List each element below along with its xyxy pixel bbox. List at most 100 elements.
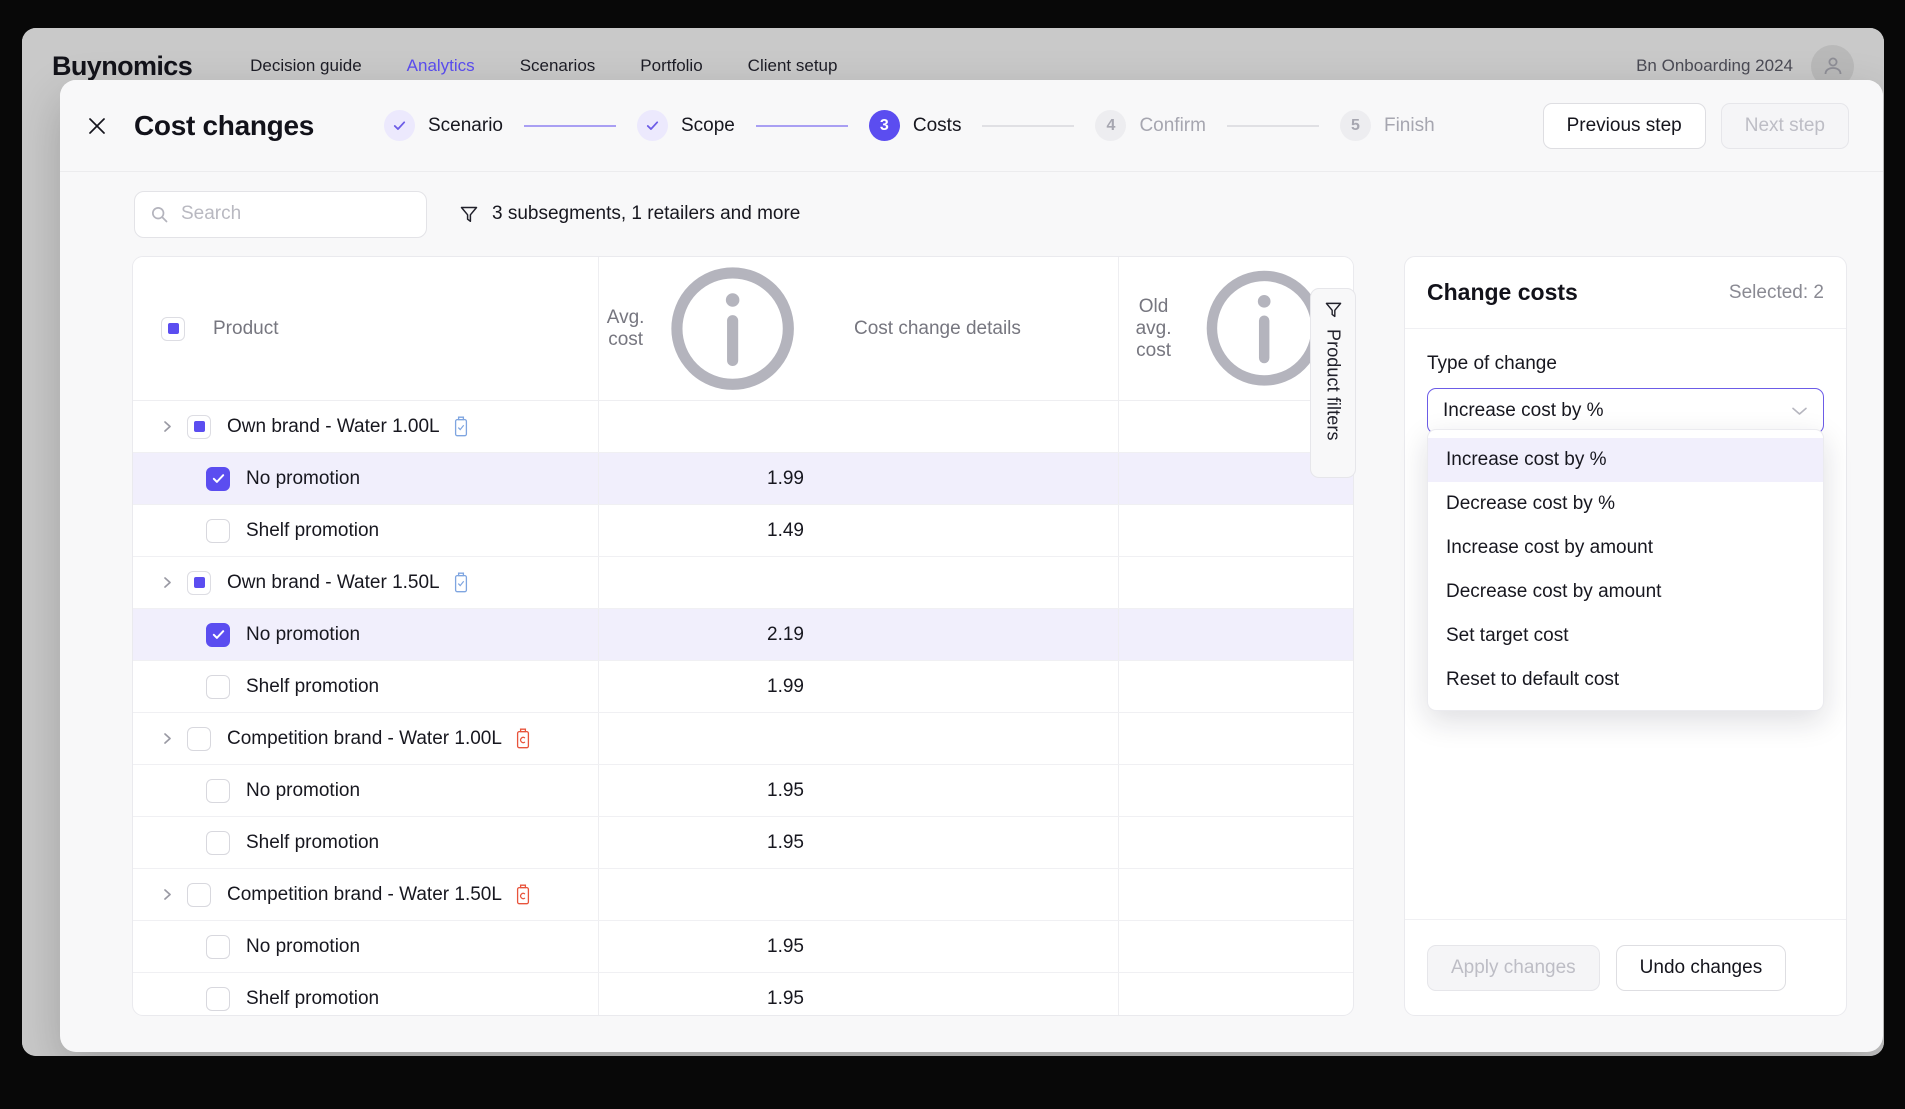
filter-summary[interactable]: 3 subsegments, 1 retailers and more (460, 203, 800, 225)
table-row[interactable]: No promotion 1.99 (133, 452, 1353, 506)
nav-link-decision-guide[interactable]: Decision guide (250, 56, 362, 76)
check-icon (393, 121, 406, 130)
products-table-card: Product Avg. cost Cost change details Ol… (132, 256, 1354, 1016)
avg-cost-cell: 1.95 (597, 816, 828, 870)
row-checkbox[interactable] (206, 674, 230, 699)
row-checkbox[interactable] (187, 570, 211, 595)
product-cell: Own brand - Water 1.00L (133, 400, 598, 454)
table-row[interactable]: Shelf promotion 1.49 (133, 504, 1353, 558)
expand-row-chevron[interactable] (161, 732, 187, 745)
panel-content: Type of change Increase cost by % Increa… (1405, 329, 1846, 919)
nav-link-client-setup[interactable]: Client setup (748, 56, 838, 76)
undo-changes-button[interactable]: Undo changes (1615, 944, 1787, 991)
products-table: Product Avg. cost Cost change details Ol… (133, 257, 1353, 1015)
row-checkbox[interactable] (187, 726, 211, 751)
old-avg-cost-cell (1117, 660, 1353, 714)
column-avg-cost: Avg. cost (597, 257, 828, 402)
product-cell: Competition brand - Water 1.00L (133, 712, 598, 766)
table-row[interactable]: Own brand - Water 1.50L (133, 556, 1353, 610)
column-avg-cost-label: Avg. cost (606, 306, 645, 350)
nav-link-analytics[interactable]: Analytics (407, 56, 475, 76)
search-icon (151, 206, 168, 222)
row-checkbox[interactable] (206, 830, 230, 855)
table-row[interactable]: No promotion 1.95 (133, 920, 1353, 974)
previous-step-button[interactable]: Previous step (1542, 102, 1706, 149)
dropdown-option-reset-to-default-cost[interactable]: Reset to default cost (1428, 658, 1823, 702)
old-avg-cost-cell (1117, 608, 1353, 662)
avg-cost-cell: 1.99 (597, 660, 828, 714)
select-all-checkbox[interactable] (161, 316, 185, 341)
modal-header-actions: Previous step Next step (1542, 102, 1849, 149)
step-costs-label: Costs (912, 114, 962, 136)
table-row[interactable]: Shelf promotion 1.99 (133, 660, 1353, 714)
product-cell: Shelf promotion (133, 504, 598, 558)
dropdown-option-decrease-cost-by-amount[interactable]: Decrease cost by amount (1428, 570, 1823, 614)
product-name: Shelf promotion (246, 519, 380, 541)
app-logo[interactable]: Buynomics (52, 51, 193, 82)
product-cell: No promotion (133, 764, 598, 818)
nav-link-portfolio[interactable]: Portfolio (640, 56, 702, 76)
step-scenario[interactable]: Scenario (384, 110, 503, 141)
cost-change-details-cell (828, 608, 1118, 662)
dropdown-option-increase-cost-by-percent[interactable]: Increase cost by % (1428, 438, 1823, 482)
table-row[interactable]: No promotion 1.95 (133, 764, 1353, 818)
step-scenario-label: Scenario (428, 114, 503, 136)
avg-cost-cell: 1.95 (597, 920, 828, 974)
expand-row-chevron[interactable] (161, 420, 187, 433)
expand-row-chevron[interactable] (161, 888, 187, 901)
row-checkbox[interactable] (206, 986, 230, 1011)
nav-link-scenarios[interactable]: Scenarios (520, 56, 596, 76)
row-checkbox[interactable] (187, 882, 211, 907)
apply-changes-button: Apply changes (1427, 944, 1600, 991)
row-checkbox[interactable] (206, 466, 230, 491)
product-name: No promotion (246, 623, 361, 645)
expand-row-chevron[interactable] (161, 576, 187, 589)
dropdown-option-set-target-cost[interactable]: Set target cost (1428, 614, 1823, 658)
step-finish-label: Finish (1383, 114, 1435, 136)
search-box[interactable] (134, 190, 427, 238)
product-cell: No promotion (133, 920, 598, 974)
type-of-change-select[interactable]: Increase cost by % (1427, 388, 1824, 434)
row-checkbox[interactable] (206, 622, 230, 647)
row-checkbox[interactable] (206, 778, 230, 803)
cost-change-details-cell (828, 920, 1118, 974)
info-icon[interactable] (661, 257, 804, 400)
search-input[interactable] (181, 203, 411, 225)
step-scope[interactable]: Scope (637, 110, 735, 141)
product-filters-tab[interactable]: Product filters (1310, 288, 1356, 478)
table-row[interactable]: No promotion 2.19 (133, 608, 1353, 662)
workspace-name: Bn Onboarding 2024 (1636, 56, 1793, 75)
row-checkbox[interactable] (187, 414, 211, 439)
step-scenario-bubble (384, 110, 415, 141)
table-row[interactable]: Shelf promotion 1.95 (133, 816, 1353, 870)
filter-icon (1325, 302, 1341, 318)
avg-cost-cell: 1.95 (597, 972, 828, 1015)
row-checkbox[interactable] (206, 518, 230, 543)
cost-change-details-cell (828, 712, 1118, 766)
table-row[interactable]: Competition brand - Water 1.50L (133, 868, 1353, 922)
competition-brand-icon (514, 728, 532, 749)
type-of-change-dropdown: Increase cost by % Decrease cost by % In… (1427, 429, 1824, 711)
chevron-right-icon (164, 889, 171, 901)
old-avg-cost-cell (1117, 764, 1353, 818)
table-row[interactable]: Competition brand - Water 1.00L (133, 712, 1353, 766)
product-cell: No promotion (133, 452, 598, 506)
cost-change-details-cell (828, 868, 1118, 922)
old-avg-cost-cell (1117, 816, 1353, 870)
product-name: Own brand - Water 1.00L (227, 415, 440, 437)
row-checkbox[interactable] (206, 934, 230, 959)
dropdown-option-increase-cost-by-amount[interactable]: Increase cost by amount (1428, 526, 1823, 570)
own-brand-icon (452, 416, 470, 437)
column-old-avg-cost-label: Old avg. cost (1135, 295, 1172, 361)
table-row[interactable]: Own brand - Water 1.00L (133, 400, 1353, 454)
dropdown-option-decrease-cost-by-percent[interactable]: Decrease cost by % (1428, 482, 1823, 526)
cost-change-details-cell (828, 452, 1118, 506)
old-avg-cost-cell (1117, 868, 1353, 922)
table-row[interactable]: Shelf promotion 1.95 (133, 972, 1353, 1015)
cost-change-details-cell (828, 764, 1118, 818)
old-avg-cost-cell (1117, 712, 1353, 766)
step-costs[interactable]: 3 Costs (868, 110, 962, 141)
step-finish[interactable]: 5 Finish (1339, 110, 1435, 141)
close-modal-button[interactable] (82, 111, 112, 141)
step-confirm[interactable]: 4 Confirm (1095, 110, 1206, 141)
